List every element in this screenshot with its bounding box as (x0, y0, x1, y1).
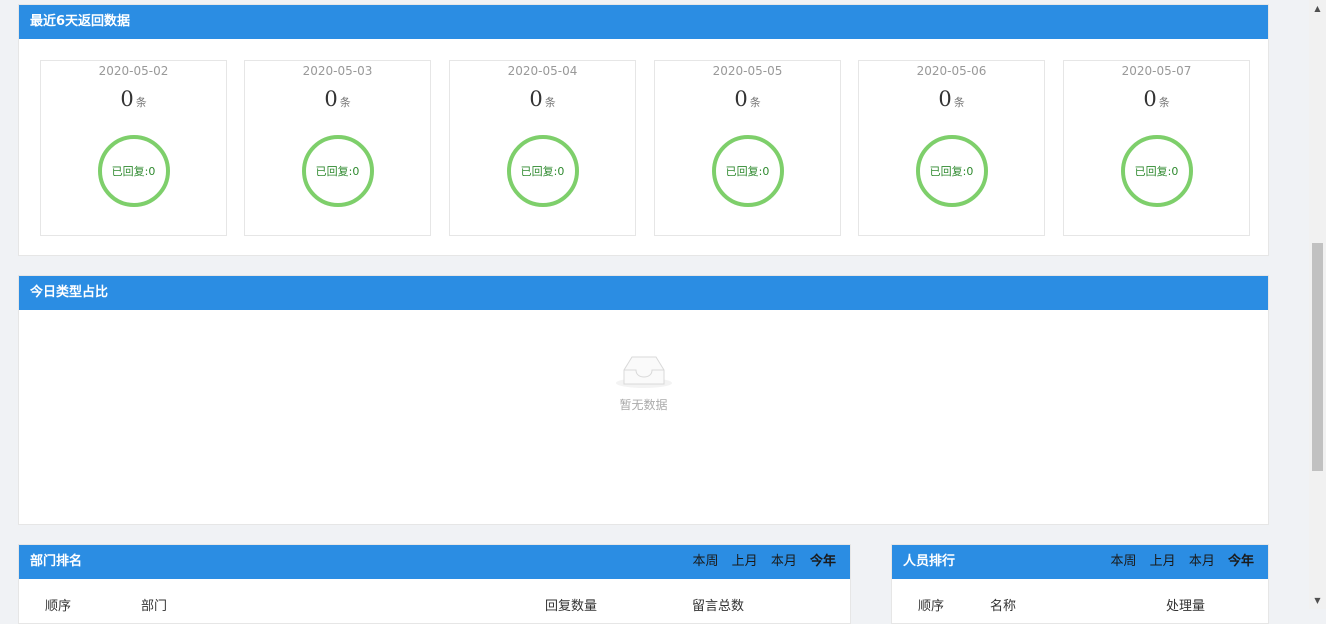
returns-panel-title: 最近6天返回数据 (19, 5, 1268, 39)
replied-label: 已回复:0 (315, 165, 360, 178)
day-count-unit: 条 (135, 96, 147, 109)
tab-last-month[interactable]: 上月 (732, 554, 758, 569)
day-count-unit: 条 (953, 96, 965, 109)
dept-panel: 部门排名 本周 上月 本月 今年 顺序 部门 回复数量 留言总数 (18, 544, 851, 624)
tab-this-week[interactable]: 本周 (693, 554, 719, 569)
empty-state: 暂无数据 (615, 352, 673, 413)
staff-panel-title: 人员排行 (903, 554, 956, 569)
replied-ring: 已回复:0 (506, 135, 579, 207)
day-date: 2020-05-05 (712, 64, 783, 78)
staff-panel-header: 人员排行 本周 上月 本月 今年 (892, 545, 1268, 579)
day-date: 2020-05-04 (507, 64, 578, 78)
replied-ring: 已回复:0 (301, 135, 374, 207)
column-name: 名称 (990, 599, 1017, 614)
column-department: 部门 (141, 599, 168, 614)
dept-panel-header: 部门排名 本周 上月 本月 今年 (19, 545, 850, 579)
column-processed: 处理量 (1166, 599, 1206, 614)
tab-this-month[interactable]: 本月 (1189, 554, 1215, 569)
day-count-unit: 条 (339, 96, 351, 109)
day-count-unit: 条 (749, 96, 761, 109)
day-count: 0条 (859, 86, 1044, 116)
column-order: 顺序 (918, 599, 945, 614)
replied-label: 已回复:0 (1134, 165, 1179, 178)
replied-ring: 已回复:0 (97, 135, 170, 207)
day-card: 2020-05-05 0条 已回复:0 (654, 60, 841, 236)
staff-period-tabs: 本周 上月 本月 今年 (1102, 545, 1254, 579)
replied-label: 已回复:0 (929, 165, 974, 178)
scrollbar-thumb[interactable] (1312, 243, 1323, 471)
day-count-number: 0 (1143, 87, 1157, 111)
day-count: 0条 (1064, 86, 1249, 116)
dept-period-tabs: 本周 上月 本月 今年 (684, 545, 836, 579)
column-message-total: 留言总数 (692, 599, 745, 614)
day-count-number: 0 (120, 87, 134, 111)
returns-panel: 最近6天返回数据 2020-05-02 0条 已回复:0 2020-05-03 … (18, 4, 1269, 256)
tab-this-year[interactable]: 今年 (1228, 554, 1254, 569)
column-reply-count: 回复数量 (545, 599, 598, 614)
day-date: 2020-05-02 (98, 64, 169, 78)
replied-label: 已回复:0 (725, 165, 770, 178)
day-count-number: 0 (324, 87, 338, 111)
arrow-down-icon[interactable]: ▼ (1309, 592, 1326, 609)
day-card: 2020-05-03 0条 已回复:0 (244, 60, 431, 236)
day-count-number: 0 (938, 87, 952, 111)
replied-label: 已回复:0 (111, 165, 156, 178)
day-count-unit: 条 (1158, 96, 1170, 109)
day-count: 0条 (245, 86, 430, 116)
replied-label: 已回复:0 (520, 165, 565, 178)
day-date: 2020-05-07 (1121, 64, 1192, 78)
day-date: 2020-05-06 (916, 64, 987, 78)
arrow-up-icon[interactable]: ▲ (1309, 0, 1326, 17)
replied-ring: 已回复:0 (915, 135, 988, 207)
day-count-number: 0 (529, 87, 543, 111)
tab-this-month[interactable]: 本月 (771, 554, 797, 569)
inbox-icon (615, 356, 673, 394)
replied-ring: 已回复:0 (1120, 135, 1193, 207)
tab-last-month[interactable]: 上月 (1150, 554, 1176, 569)
day-count: 0条 (450, 86, 635, 116)
day-count-number: 0 (734, 87, 748, 111)
empty-text: 暂无数据 (619, 398, 668, 412)
column-order: 顺序 (45, 599, 72, 614)
staff-panel: 人员排行 本周 上月 本月 今年 顺序 名称 处理量 (891, 544, 1269, 624)
day-card: 2020-05-02 0条 已回复:0 (40, 60, 227, 236)
day-date: 2020-05-03 (302, 64, 373, 78)
day-card: 2020-05-04 0条 已回复:0 (449, 60, 636, 236)
day-count-unit: 条 (544, 96, 556, 109)
day-card: 2020-05-07 0条 已回复:0 (1063, 60, 1250, 236)
day-count: 0条 (41, 86, 226, 116)
types-panel-title: 今日类型占比 (19, 276, 1268, 310)
vertical-scrollbar[interactable]: ▲ ▼ (1309, 0, 1326, 609)
dept-panel-title: 部门排名 (30, 554, 83, 569)
day-card: 2020-05-06 0条 已回复:0 (858, 60, 1045, 236)
types-panel: 今日类型占比 暂无数据 (18, 275, 1269, 525)
tab-this-week[interactable]: 本周 (1111, 554, 1137, 569)
tab-this-year[interactable]: 今年 (810, 554, 836, 569)
day-count: 0条 (655, 86, 840, 116)
replied-ring: 已回复:0 (711, 135, 784, 207)
